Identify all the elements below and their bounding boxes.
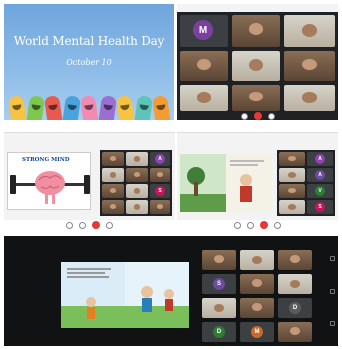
call-controls <box>177 220 338 230</box>
participant-tile[interactable] <box>240 250 274 270</box>
participant-avatar: A <box>155 154 165 164</box>
participant-tile[interactable]: V <box>307 184 333 198</box>
participant-tile[interactable] <box>278 250 312 270</box>
side-controls <box>329 256 335 326</box>
participant-tile[interactable] <box>232 15 280 47</box>
participant-tile[interactable] <box>278 274 312 294</box>
painted-hand-icon <box>7 95 28 120</box>
participant-avatar: M <box>193 20 213 40</box>
participant-tile[interactable] <box>102 184 124 198</box>
participant-tile[interactable]: D <box>202 322 236 342</box>
participant-tile[interactable] <box>284 85 335 111</box>
meeting-topbar <box>177 124 338 133</box>
camera-button[interactable] <box>79 221 86 229</box>
participant-tile[interactable] <box>232 51 280 81</box>
participant-tile[interactable] <box>126 168 148 182</box>
call-controls <box>177 112 338 120</box>
video-call-grid-1: M <box>177 4 338 120</box>
participant-tile[interactable] <box>102 168 124 182</box>
participant-tile[interactable] <box>180 51 228 81</box>
end-call-button[interactable] <box>260 221 268 229</box>
participant-tile[interactable] <box>126 184 148 198</box>
participant-tile[interactable] <box>150 168 170 182</box>
participant-tile[interactable] <box>102 152 124 166</box>
participant-tile[interactable] <box>279 200 305 214</box>
participant-tile[interactable] <box>279 152 305 166</box>
world-mental-health-day-poster: World Mental Health Day October 10 <box>4 4 174 120</box>
participant-avatar: D <box>213 326 225 338</box>
participant-tile[interactable] <box>232 85 280 111</box>
recent-apps-icon[interactable] <box>329 321 335 326</box>
participant-avatar: D <box>289 302 301 314</box>
painted-hand-icon <box>43 95 64 120</box>
present-button[interactable] <box>106 221 113 229</box>
painted-hand-icon <box>25 95 46 120</box>
mic-button[interactable] <box>240 112 248 120</box>
participant-avatar: S <box>155 186 165 196</box>
participant-avatar: S <box>315 202 325 212</box>
participant-tile[interactable] <box>126 152 148 166</box>
participant-tile[interactable]: D <box>278 298 312 318</box>
participant-tile[interactable] <box>284 15 335 47</box>
participant-tile[interactable] <box>240 274 274 294</box>
camera-button[interactable] <box>267 112 275 120</box>
mic-button[interactable] <box>66 221 73 229</box>
painted-hand-icon <box>61 95 82 120</box>
call-controls <box>4 220 175 230</box>
participant-tile[interactable]: M <box>180 15 228 47</box>
participant-tile[interactable]: M <box>240 322 274 342</box>
shared-slide: STRONG MIND <box>7 152 91 210</box>
participant-tile[interactable] <box>180 85 228 111</box>
participant-avatar: A <box>315 154 325 164</box>
participant-avatar: V <box>315 186 325 196</box>
painted-hand-icon <box>97 95 118 120</box>
video-call-presentation-3: S D D M <box>4 236 338 346</box>
camera-button[interactable] <box>247 221 254 229</box>
participant-tile[interactable] <box>284 51 335 81</box>
slide-title: STRONG MIND <box>22 157 70 163</box>
storybook-page <box>180 154 272 212</box>
painted-hand-icon <box>133 95 154 120</box>
participant-tile[interactable] <box>202 298 236 318</box>
participant-tile[interactable] <box>240 298 274 318</box>
participant-tile[interactable]: A <box>150 152 170 166</box>
participant-tile[interactable]: S <box>202 274 236 294</box>
browser-status-bar <box>177 4 338 12</box>
participant-avatar: M <box>251 326 263 338</box>
participant-tile[interactable] <box>150 200 170 214</box>
poster-date: October 10 <box>66 58 112 67</box>
participant-grid: A A V S <box>277 150 335 216</box>
storybook-page <box>61 262 189 328</box>
video-call-presentation-2: A A V S <box>177 124 338 230</box>
painted-hand-icon <box>151 95 172 120</box>
participant-tile[interactable]: S <box>150 184 170 198</box>
participant-tile[interactable]: S <box>307 200 333 214</box>
meeting-topbar <box>4 124 175 133</box>
mic-button[interactable] <box>234 221 241 229</box>
participant-tile[interactable] <box>279 168 305 182</box>
participant-tile[interactable] <box>202 250 236 270</box>
participant-tile[interactable] <box>102 200 124 214</box>
back-nav-icon[interactable] <box>329 256 335 261</box>
participant-grid: S D D M <box>202 250 314 342</box>
present-button[interactable] <box>274 221 281 229</box>
end-call-button[interactable] <box>253 112 262 120</box>
participant-tile[interactable]: A <box>307 152 333 166</box>
painted-hand-icon <box>79 95 100 120</box>
participant-tile[interactable]: A <box>307 168 333 182</box>
poster-title: World Mental Health Day <box>13 34 165 48</box>
end-call-button[interactable] <box>92 221 100 229</box>
participant-tile[interactable] <box>279 184 305 198</box>
video-call-presentation-1: STRONG MIND A S <box>4 124 175 230</box>
participant-grid: A S <box>100 150 172 216</box>
participant-avatar: S <box>213 278 225 290</box>
home-nav-icon[interactable] <box>329 288 335 294</box>
painted-hand-icon <box>115 95 136 120</box>
participant-avatar: A <box>315 170 325 180</box>
participant-tile[interactable] <box>278 322 312 342</box>
participant-tile[interactable] <box>126 200 148 214</box>
